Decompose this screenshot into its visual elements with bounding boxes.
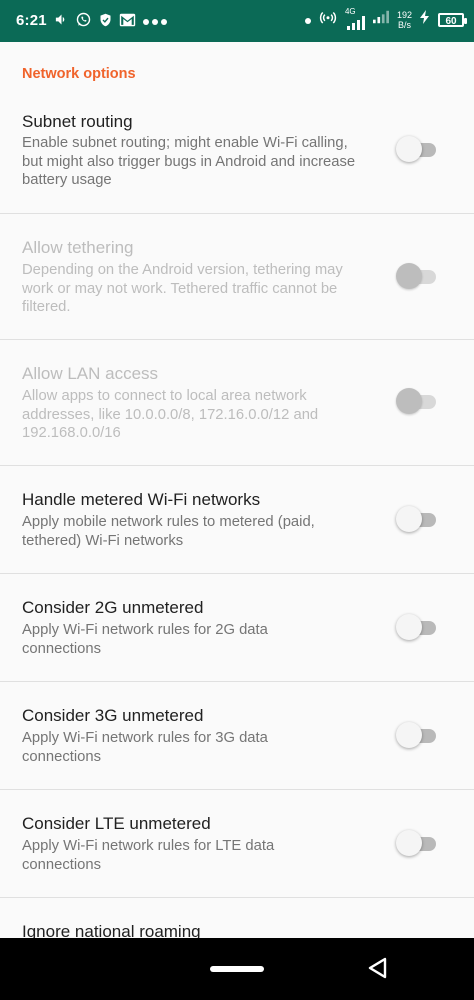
signal-icon bbox=[372, 10, 389, 29]
pref-summary: Apply mobile network rules to metered (p… bbox=[22, 514, 315, 549]
handle-metered-wifi-switch[interactable] bbox=[396, 506, 438, 534]
pref-consider-3g-unmetered[interactable]: Consider 3G unmetered Apply Wi-Fi networ… bbox=[0, 682, 474, 790]
pref-title: Consider LTE unmetered bbox=[22, 814, 211, 833]
pref-title: Allow tethering bbox=[22, 238, 134, 257]
pref-summary: Allow apps to connect to local area netw… bbox=[22, 388, 319, 441]
switch-thumb bbox=[396, 722, 422, 748]
shield-icon bbox=[98, 12, 113, 33]
charging-icon bbox=[420, 10, 430, 29]
switch-thumb bbox=[396, 136, 422, 162]
consider-lte-unmetered-switch[interactable] bbox=[396, 830, 438, 858]
signal-strength-4g: 4G bbox=[344, 6, 365, 30]
pref-summary: Enable subnet routing; might enable Wi-F… bbox=[22, 135, 356, 188]
signal-icon bbox=[346, 15, 365, 30]
whatsapp-icon bbox=[75, 11, 92, 33]
status-system-icons: 4G 192 B/s 60 bbox=[304, 6, 467, 31]
subnet-routing-switch[interactable] bbox=[396, 136, 438, 164]
pref-title: Consider 2G unmetered bbox=[22, 598, 204, 617]
gmail-icon bbox=[119, 13, 136, 32]
settings-list[interactable]: Network options Subnet routing Enable su… bbox=[0, 42, 474, 938]
network-speed-unit: B/s bbox=[397, 19, 411, 30]
network-speed-value: 192 bbox=[396, 9, 412, 20]
volume-icon bbox=[54, 12, 69, 32]
pref-consider-2g-unmetered[interactable]: Consider 2G unmetered Apply Wi-Fi networ… bbox=[0, 574, 474, 682]
pref-handle-metered-wifi[interactable]: Handle metered Wi-Fi networks Apply mobi… bbox=[0, 466, 474, 574]
section-header-network-options: Network options bbox=[22, 66, 136, 82]
consider-2g-unmetered-switch[interactable] bbox=[396, 614, 438, 642]
back-triangle-icon[interactable] bbox=[366, 956, 390, 985]
switch-thumb bbox=[396, 614, 422, 640]
pref-summary: Apply Wi-Fi network rules for 3G data co… bbox=[22, 730, 268, 765]
network-type-label: 4G bbox=[344, 6, 356, 16]
battery-indicator: 60 bbox=[438, 12, 467, 27]
switch-thumb bbox=[396, 388, 422, 414]
pref-title: Consider 3G unmetered bbox=[22, 706, 204, 725]
pref-summary: Depending on the Android version, tether… bbox=[22, 262, 343, 315]
home-pill-button[interactable] bbox=[210, 966, 264, 972]
more-dots-icon bbox=[142, 13, 168, 31]
status-time: 6:21 bbox=[16, 12, 47, 29]
allow-lan-access-switch bbox=[396, 388, 438, 416]
hotspot-icon bbox=[319, 8, 337, 31]
network-speed: 192 B/s bbox=[397, 10, 412, 30]
pref-allow-tethering: Allow tethering Depending on the Android… bbox=[0, 214, 474, 340]
switch-thumb bbox=[396, 263, 422, 289]
pref-summary: Apply Wi-Fi network rules for LTE data c… bbox=[22, 838, 275, 873]
pref-allow-lan-access: Allow LAN access Allow apps to connect t… bbox=[0, 340, 474, 466]
pref-title: Handle metered Wi-Fi networks bbox=[22, 490, 261, 509]
pref-summary: Apply Wi-Fi network rules for 2G data co… bbox=[22, 622, 268, 657]
pref-consider-lte-unmetered[interactable]: Consider LTE unmetered Apply Wi-Fi netwo… bbox=[0, 790, 474, 898]
pref-title: Allow LAN access bbox=[22, 364, 159, 383]
pref-ignore-national-roaming[interactable]: Ignore national roaming bbox=[0, 898, 474, 938]
pref-subnet-routing[interactable]: Subnet routing Enable subnet routing; mi… bbox=[0, 92, 474, 214]
consider-3g-unmetered-switch[interactable] bbox=[396, 722, 438, 750]
pref-title: Subnet routing bbox=[22, 112, 133, 131]
status-notification-icons bbox=[54, 11, 168, 33]
switch-thumb bbox=[396, 830, 422, 856]
dot-icon bbox=[304, 11, 311, 29]
pref-title: Ignore national roaming bbox=[22, 922, 201, 938]
allow-tethering-switch bbox=[396, 263, 438, 291]
status-bar: 6:21 4G 192 B/s 60 bbox=[0, 0, 474, 42]
switch-thumb bbox=[396, 506, 422, 532]
navigation-bar bbox=[0, 938, 474, 1000]
